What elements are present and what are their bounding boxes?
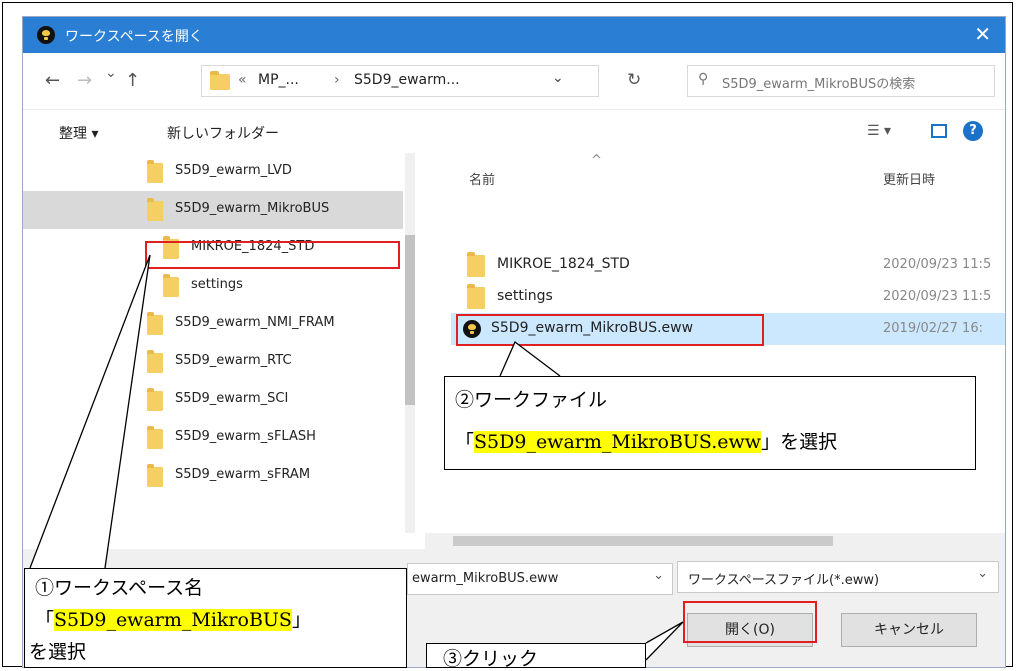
forward-icon[interactable]: → [77,70,92,91]
folder-icon [467,284,485,309]
help-icon[interactable]: ? [963,121,983,141]
filetype-value: ワークスペースファイル(*.eww) [688,573,880,588]
search-icon: ⚲ [698,71,709,87]
nav-item-label: S5D9_ewarm_sFRAM [175,467,311,482]
nav-item-rtc[interactable]: S5D9_ewarm_RTC [23,343,403,381]
nav-item-settings[interactable]: settings [23,267,403,305]
breadcrumb-item-s5d9[interactable]: S5D9_ewarm... [354,72,460,88]
column-header-name[interactable]: 名前 [469,169,495,188]
search-input[interactable]: ⚲ S5D9_ewarm_MikroBUSの検索 [687,65,995,97]
app-icon [37,26,55,44]
back-icon[interactable]: ← [45,70,60,91]
address-bar: ← → ⌄ ↑ « MP_... › S5D9_ewarm... ⌄ ↻ ⚲ S… [23,53,1005,109]
search-placeholder: S5D9_ewarm_MikroBUSの検索 [722,77,916,92]
folder-icon [147,160,163,183]
callout-select-workfile: ②ワークファイル 「S5D9_ewarm_MikroBUS.eww」を選択 [444,376,976,470]
column-header-date[interactable]: 更新日時 [883,169,935,188]
file-row-mikroe[interactable]: MIKROE_1824_STD 2020/09/23 11:5 [451,249,1005,281]
callout-line-quote: 「S5D9_ewarm_MikroBUS.eww」を選択 [455,427,837,454]
folder-icon [147,350,163,373]
file-row-settings[interactable]: settings 2020/09/23 11:5 [451,281,1005,313]
recent-locations-icon[interactable]: ⌄ [105,65,117,81]
nav-item-mikrobus[interactable]: S5D9_ewarm_MikroBUS [23,191,403,229]
callout-quote-open: 「 [35,609,55,631]
callout-line: ①ワークスペース名 [35,577,204,599]
file-date: 2019/02/27 16: [883,321,983,336]
file-date: 2020/09/23 11:5 [883,257,992,272]
highlight-box-open-button [683,601,817,643]
file-name: MIKROE_1824_STD [497,256,630,272]
file-date: 2020/09/23 11:5 [883,289,992,304]
callout-quote-open: 「 [455,431,475,453]
title-bar: ワークスペースを開く ✕ [23,17,1005,53]
callout-line-quote: 「S5D9_ewarm_MikroBUS」 [35,605,311,632]
filetype-select[interactable]: ワークスペースファイル(*.eww) ⌄ [677,561,999,593]
nav-item-lvd[interactable]: S5D9_ewarm_LVD [23,153,403,191]
nav-item-label: S5D9_ewarm_RTC [175,353,292,368]
callout-line: ③クリック [443,648,539,670]
navigation-pane: S5D9_ewarm_LVD S5D9_ewarm_MikroBUS MIKRO… [23,153,415,533]
folder-icon [210,71,230,90]
callout-quote-close: 」 [291,609,311,631]
nav-item-label: S5D9_ewarm_LVD [175,163,292,178]
breadcrumb-overflow-icon[interactable]: « [238,72,247,88]
folder-icon [147,426,163,449]
nav-scroll-thumb[interactable] [405,235,415,405]
filename-input[interactable]: ewarm_MikroBUS.eww ⌄ [407,563,673,595]
close-icon[interactable]: ✕ [974,22,991,46]
filetype-dropdown-icon[interactable]: ⌄ [977,566,988,581]
up-icon[interactable]: ↑ [125,70,140,91]
folder-icon [163,274,179,297]
callout-quote-close: 」を選択 [761,431,838,453]
callout-line: を選択 [29,641,87,663]
callout-highlight-text: S5D9_ewarm_MikroBUS [54,609,292,631]
preview-pane-icon[interactable] [931,124,947,138]
nav-item-label: S5D9_ewarm_MikroBUS [175,201,330,216]
callout-select-workspace: ①ワークスペース名 「S5D9_ewarm_MikroBUS」 を選択 [24,568,407,668]
file-list-scroll-thumb[interactable] [453,536,833,546]
nav-item-nmi-fram[interactable]: S5D9_ewarm_NMI_FRAM [23,305,403,343]
nav-item-label: S5D9_ewarm_sFLASH [175,429,316,444]
nav-item-label: S5D9_ewarm_SCI [175,391,289,406]
cancel-button[interactable]: キャンセル [841,613,977,647]
address-dropdown-icon[interactable]: ⌄ [552,70,564,86]
view-options-icon[interactable]: ☰ ▾ [867,123,891,139]
folder-icon [147,198,163,221]
refresh-icon[interactable]: ↻ [627,70,641,90]
nav-item-sflash[interactable]: S5D9_ewarm_sFLASH [23,419,403,457]
nav-item-label: S5D9_ewarm_NMI_FRAM [175,315,335,330]
highlight-box-nav-mikrobus [145,241,400,269]
folder-icon [147,312,163,335]
highlight-box-eww-file [456,314,764,346]
nav-item-sfram[interactable]: S5D9_ewarm_sFRAM [23,457,403,495]
organize-button[interactable]: 整理 ▾ [59,123,98,143]
callout-click: ③クリック [426,643,646,670]
new-folder-button[interactable]: 新しいフォルダー [167,123,279,143]
file-name: settings [497,288,553,304]
callout-line: ②ワークファイル [455,389,608,411]
folder-icon [147,464,163,487]
nav-item-sci[interactable]: S5D9_ewarm_SCI [23,381,403,419]
sort-indicator-icon: ^ [591,153,602,168]
filename-value: ewarm_MikroBUS.eww [412,571,559,586]
filename-dropdown-icon[interactable]: ⌄ [653,568,664,583]
breadcrumb-separator: › [334,72,340,88]
folder-icon [467,252,485,277]
folder-icon [147,388,163,411]
command-bar: 整理 ▾ 新しいフォルダー ☰ ▾ ? [23,109,1005,154]
nav-item-label: settings [191,277,243,292]
breadcrumb-item-mp[interactable]: MP_... [258,72,299,88]
breadcrumb[interactable]: « MP_... › S5D9_ewarm... ⌄ [201,65,599,97]
callout-highlight-text: S5D9_ewarm_MikroBUS.eww [474,431,762,453]
dialog-title: ワークスペースを開く [65,29,203,45]
